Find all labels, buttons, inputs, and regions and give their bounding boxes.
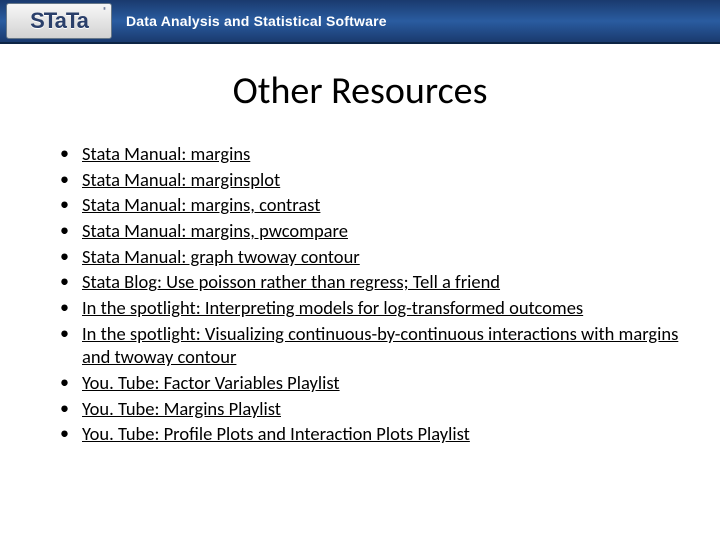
tagline: Data Analysis and Statistical Software <box>126 13 387 29</box>
list-item: Stata Manual: marginsplot <box>54 168 680 192</box>
list-item: You. Tube: Margins Playlist <box>54 397 680 421</box>
resources-list: Stata Manual: margins Stata Manual: marg… <box>40 142 680 446</box>
resource-link[interactable]: In the spotlight: Interpreting models fo… <box>82 296 583 319</box>
resource-link[interactable]: Stata Manual: graph twoway contour <box>82 245 360 268</box>
logo-text: STaTa <box>30 8 88 34</box>
list-item: You. Tube: Factor Variables Playlist <box>54 371 680 395</box>
resource-link[interactable]: Stata Manual: margins <box>82 142 250 165</box>
resource-link[interactable]: Stata Blog: Use poisson rather than regr… <box>82 270 500 293</box>
list-item: Stata Manual: margins <box>54 142 680 166</box>
list-item: Stata Manual: graph twoway contour <box>54 245 680 269</box>
resource-link[interactable]: You. Tube: Margins Playlist <box>82 397 281 420</box>
header-banner: STaTa ® Data Analysis and Statistical So… <box>0 0 720 44</box>
resource-link[interactable]: In the spotlight: Visualizing continuous… <box>82 322 678 369</box>
stata-logo: STaTa ® <box>6 3 112 39</box>
list-item: You. Tube: Profile Plots and Interaction… <box>54 422 680 446</box>
list-item: Stata Manual: margins, pwcompare <box>54 219 680 243</box>
page-title: Other Resources <box>40 68 680 114</box>
slide-body: Other Resources Stata Manual: margins St… <box>0 44 720 446</box>
resource-link[interactable]: Stata Manual: margins, contrast <box>82 193 320 216</box>
list-item: Stata Blog: Use poisson rather than regr… <box>54 270 680 294</box>
resource-link[interactable]: Stata Manual: marginsplot <box>82 168 280 191</box>
resource-link[interactable]: You. Tube: Profile Plots and Interaction… <box>82 422 470 445</box>
resource-link[interactable]: You. Tube: Factor Variables Playlist <box>82 371 340 394</box>
list-item: In the spotlight: Interpreting models fo… <box>54 296 680 320</box>
list-item: In the spotlight: Visualizing continuous… <box>54 322 680 369</box>
list-item: Stata Manual: margins, contrast <box>54 193 680 217</box>
registered-icon: ® <box>103 6 107 16</box>
resource-link[interactable]: Stata Manual: margins, pwcompare <box>82 219 348 242</box>
